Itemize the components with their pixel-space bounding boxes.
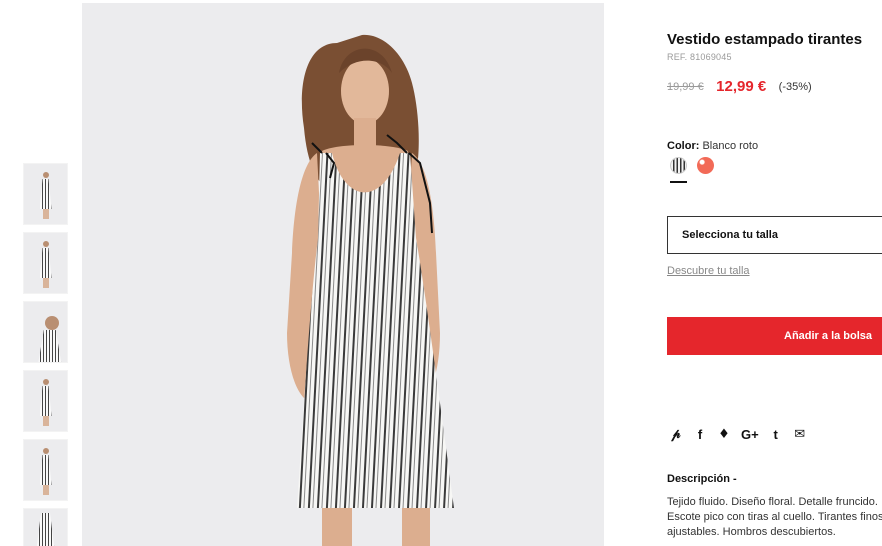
thumbnail-figure-dress: [39, 248, 52, 278]
thumbnail-figure-legs: [42, 416, 49, 426]
thumbnail-4[interactable]: [23, 370, 68, 432]
social-share-icons: 𝓅 f ♦ G+ t ✉: [669, 427, 807, 442]
price-row: 19,99 € 12,99 € (-35%): [667, 78, 812, 96]
thumbnail-1[interactable]: [23, 163, 68, 225]
google-plus-icon[interactable]: G+: [741, 427, 759, 442]
thumbnail-figure-dress: [39, 386, 52, 416]
color-value: Blanco roto: [702, 140, 759, 152]
size-select[interactable]: Selecciona tu talla: [667, 216, 882, 254]
old-price: 19,99 €: [667, 80, 704, 93]
email-icon[interactable]: ✉: [793, 427, 807, 442]
thumbnail-figure-dress: [39, 179, 52, 209]
facebook-icon[interactable]: f: [693, 427, 707, 442]
model-illustration: [287, 34, 454, 546]
thumbnail-figure-dress: [37, 330, 62, 362]
color-label: Color:: [667, 140, 700, 152]
thumbnail-figure-legs: [42, 485, 49, 495]
thumbnail-5[interactable]: [23, 439, 68, 501]
thumbnail-2[interactable]: [23, 232, 68, 294]
thumbnail-figure-head: [42, 379, 49, 385]
description-title: Descripción -: [667, 473, 737, 485]
thumbnail-figure-dress: [36, 513, 55, 546]
thumbnail-gallery: [23, 163, 68, 546]
size-guide-link[interactable]: Descubre tu talla: [667, 265, 750, 277]
thumbnail-figure-legs: [42, 278, 49, 288]
thumbnail-figure-dress: [39, 455, 52, 485]
selected-swatch-indicator: [670, 181, 687, 183]
main-product-image[interactable]: [82, 3, 604, 546]
thumbnail-3[interactable]: [23, 301, 68, 363]
thumbnail-figure-head: [42, 172, 49, 178]
product-reference: REF. 81069045: [667, 52, 732, 62]
tumblr-icon[interactable]: t: [769, 427, 783, 442]
twitter-icon[interactable]: ♦: [717, 427, 731, 442]
color-swatches: [670, 157, 714, 174]
color-swatch-striped[interactable]: [670, 157, 687, 174]
product-title: Vestido estampado tirantes: [667, 31, 863, 48]
description-text: Tejido fluido. Diseño floral. Detalle fr…: [667, 496, 882, 538]
thumbnail-figure-legs: [42, 209, 49, 219]
color-swatch-coral[interactable]: [697, 157, 714, 174]
discount-badge: (-35%): [778, 80, 812, 93]
thumbnail-figure-head: [44, 316, 59, 330]
pinterest-icon[interactable]: 𝓅: [669, 427, 683, 442]
thumbnail-6[interactable]: [23, 508, 68, 546]
thumbnail-figure-head: [42, 448, 49, 454]
color-selection-label: Color: Blanco roto: [667, 140, 758, 152]
add-to-bag-button[interactable]: Añadir a la bolsa: [667, 317, 882, 355]
thumbnail-figure-head: [42, 241, 49, 247]
sale-price: 12,99 €: [716, 78, 767, 96]
